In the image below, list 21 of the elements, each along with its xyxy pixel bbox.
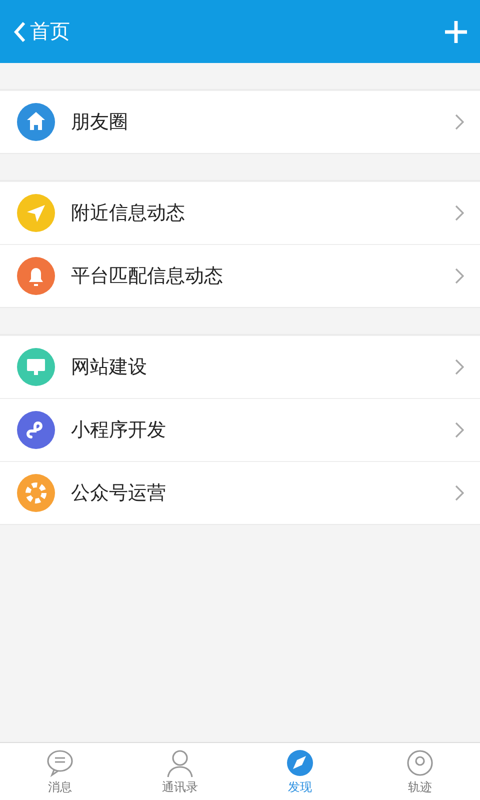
tab[interactable]: 通讯录 [120, 743, 240, 800]
menu-row[interactable]: 小程序开发 [0, 398, 480, 461]
chevron-icon [455, 359, 464, 375]
chevron-icon [455, 485, 464, 501]
compass-icon [285, 748, 315, 778]
chevron-icon [455, 114, 464, 130]
tab[interactable]: 消息 [0, 743, 120, 800]
add-icon[interactable] [444, 20, 468, 44]
chevron-icon [455, 205, 464, 221]
back-icon[interactable] [12, 20, 28, 44]
person-icon [165, 748, 195, 778]
menu-row[interactable]: 附近信息动态 [0, 181, 480, 244]
chevron-icon [455, 422, 464, 438]
menu-row[interactable]: 公众号运营 [0, 461, 480, 524]
menu-row[interactable]: 朋友圈 [0, 90, 480, 153]
chat-icon [45, 748, 75, 778]
menu-row[interactable]: 网站建设 [0, 335, 480, 398]
header-title: 首页 [30, 18, 70, 45]
menu-row[interactable]: 平台匹配信息动态 [0, 244, 480, 307]
tab[interactable]: 轨迹 [360, 743, 480, 800]
chevron-icon [455, 268, 464, 284]
